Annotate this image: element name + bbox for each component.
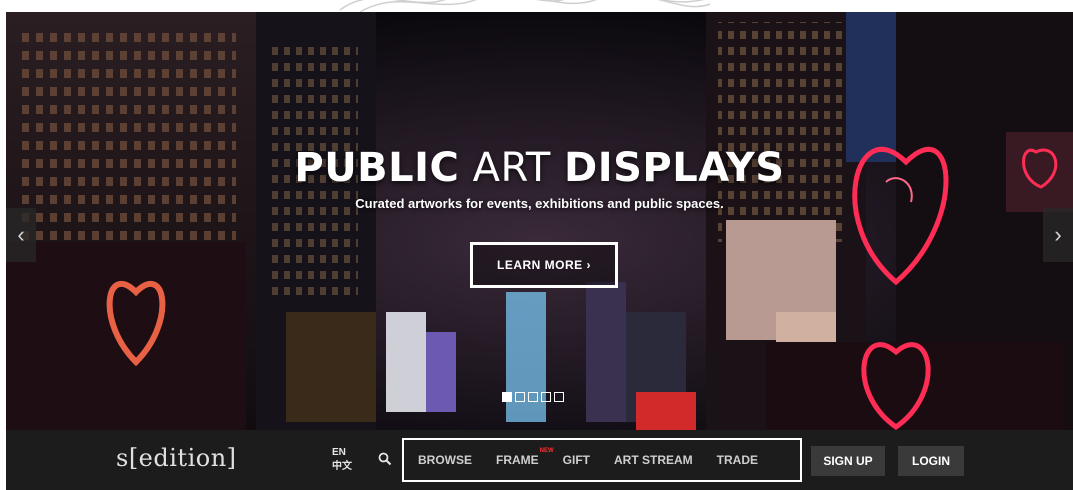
hero-title-bold-1: PUBLIC (294, 145, 460, 191)
new-badge: NEW (539, 448, 554, 454)
menu-gift-label: GIFT (562, 453, 590, 467)
hero-title-bold-2: DISPLAYS (564, 145, 785, 191)
carousel-next-button[interactable]: › (1043, 208, 1073, 262)
menu-browse[interactable]: BROWSE (418, 453, 472, 467)
carousel-dot-5[interactable] (554, 392, 564, 402)
sign-up-button[interactable]: SIGN UP (811, 446, 885, 476)
hero-background-image (6, 12, 1073, 430)
lang-zh[interactable]: 中文 (332, 460, 352, 474)
language-switcher[interactable]: EN 中文 (332, 446, 352, 474)
menu-gift[interactable]: GIFT (563, 453, 590, 467)
menu-browse-label: BROWSE (418, 453, 472, 467)
carousel-prev-button[interactable]: ‹ (6, 208, 36, 262)
carousel-dot-3[interactable] (528, 392, 538, 402)
hero-title-light: ART (472, 145, 551, 191)
learn-more-button[interactable]: LEARN MORE › (470, 242, 618, 288)
carousel-dot-4[interactable] (541, 392, 551, 402)
menu-art-stream-label: ART STREAM (614, 453, 693, 467)
carousel-dot-2[interactable] (515, 392, 525, 402)
carousel-dot-1[interactable] (502, 392, 512, 402)
site-logo[interactable]: s[edition] (116, 444, 237, 472)
menu-frame-label: FRAME (496, 453, 539, 467)
login-button[interactable]: LOGIN (898, 446, 964, 476)
menu-trade[interactable]: TRADE (717, 453, 758, 467)
menu-trade-label: TRADE (716, 453, 759, 467)
chevron-right-icon: › (1054, 222, 1062, 247)
hero-title: PUBLIC ART DISPLAYS (6, 144, 1073, 192)
hero-subtitle: Curated artworks for events, exhibitions… (355, 196, 724, 211)
search-icon[interactable] (378, 452, 392, 466)
main-menu: BROWSE FRAME NEW GIFT ART STREAM TRADE (402, 438, 802, 482)
menu-frame[interactable]: FRAME NEW (496, 448, 554, 467)
carousel-indicators (502, 392, 564, 402)
hero-banner: PUBLIC ART DISPLAYS Curated artworks for… (6, 12, 1073, 430)
bottom-navbar: s[edition] EN 中文 BROWSE FRAME NEW GIFT A… (6, 430, 1073, 490)
chevron-left-icon: ‹ (17, 222, 25, 247)
top-strip (0, 0, 1073, 13)
menu-art-stream[interactable]: ART STREAM (614, 453, 693, 467)
lang-en[interactable]: EN (332, 446, 352, 460)
